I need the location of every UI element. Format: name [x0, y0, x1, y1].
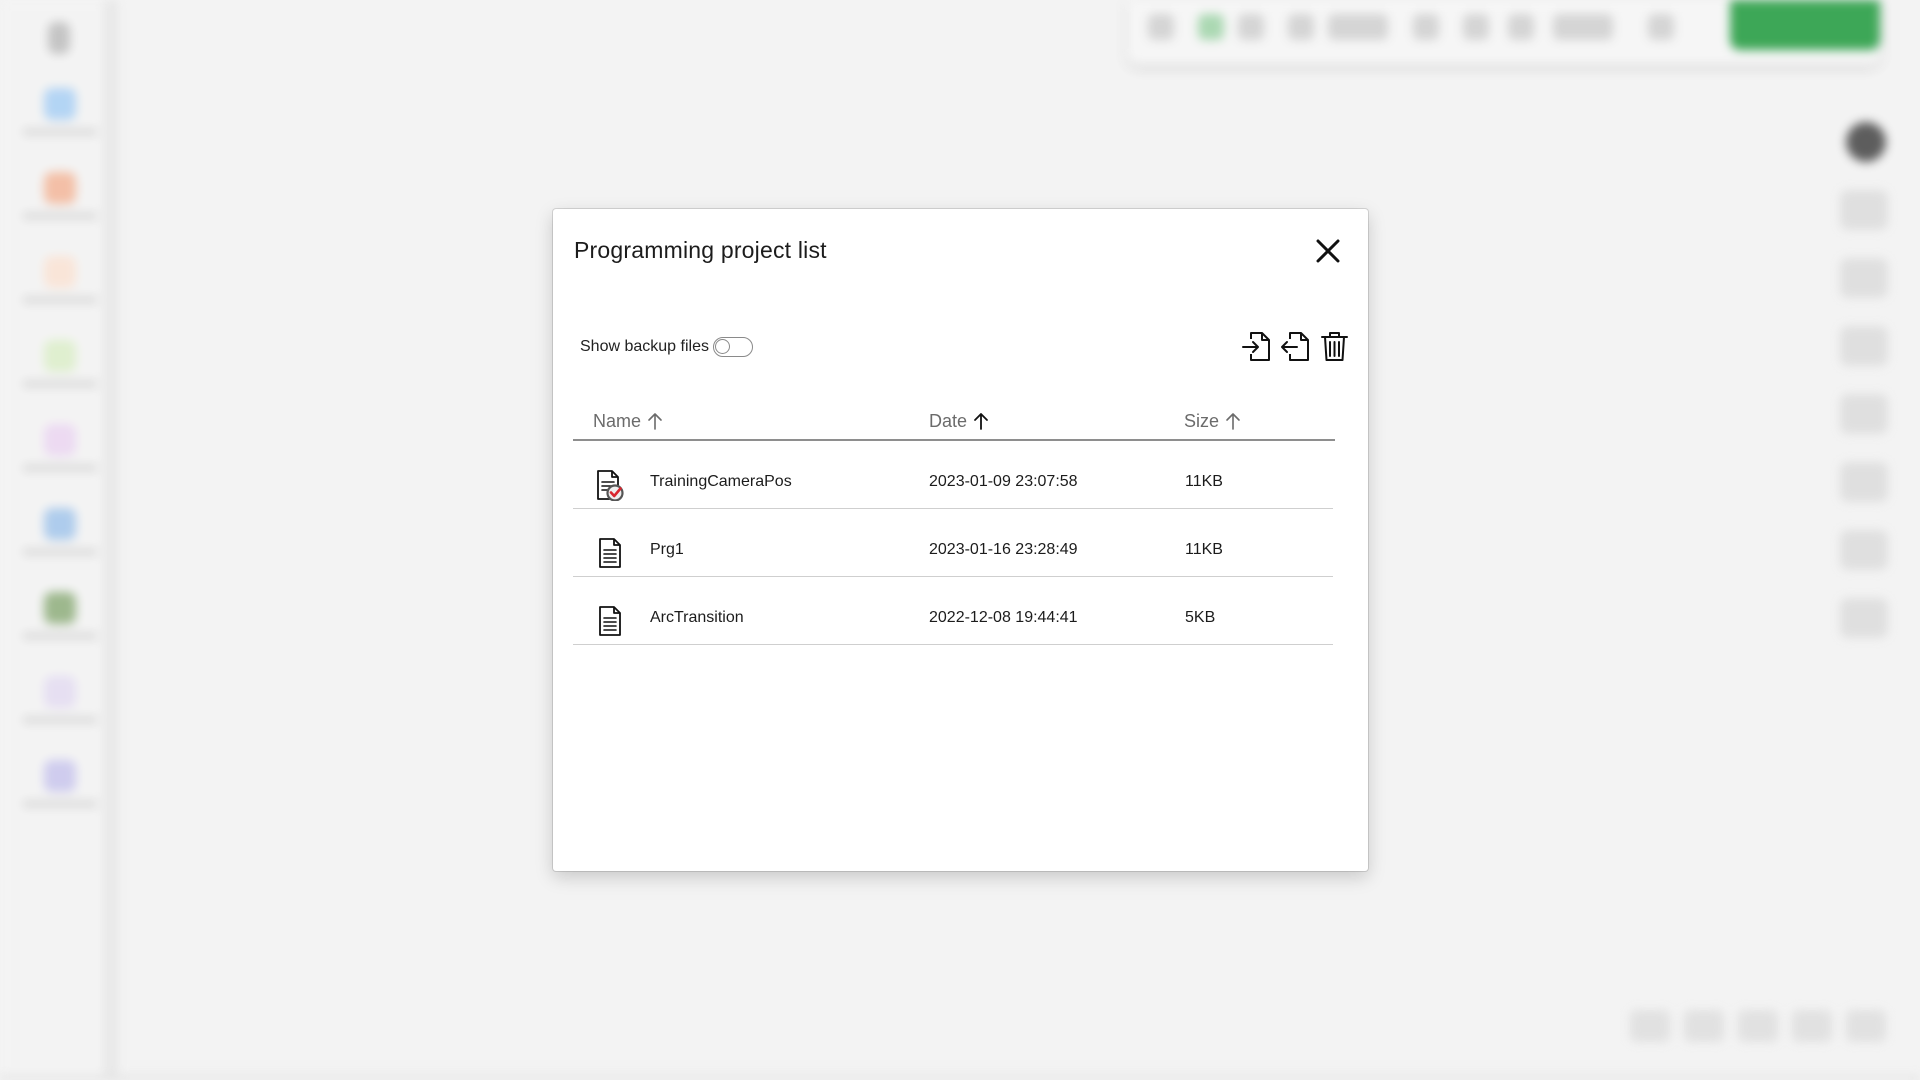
row-date: 2023-01-09 23:07:58 [929, 473, 1078, 490]
row-size: 11KB [1185, 541, 1223, 558]
column-header-name[interactable]: Name [593, 403, 663, 439]
background-bottom-button [1630, 1010, 1670, 1042]
column-header-date-label: Date [929, 410, 968, 431]
background-tool [1148, 14, 1174, 40]
background-sidebar-label [22, 296, 98, 304]
background-sidebar-icon [44, 592, 76, 624]
show-backup-label: Show backup files [580, 338, 709, 355]
show-backup-row: Show backup files [580, 335, 753, 359]
background-sidebar-label [22, 800, 98, 808]
background-sidebar-icon [44, 88, 76, 120]
file-actions [1241, 330, 1350, 363]
background-sidebar-label [22, 212, 98, 220]
toggle-knob [714, 339, 730, 354]
column-header-name-label: Name [593, 410, 642, 431]
table-row[interactable]: ArcTransition 2022-12-08 19:44:41 5KB [573, 577, 1333, 645]
row-date: 2023-01-16 23:28:49 [929, 541, 1078, 558]
background-sidebar-icon [44, 760, 76, 792]
background-sidebar-label [22, 716, 98, 724]
background-sidebar-icon [44, 172, 76, 204]
project-table: Name Date Size TrainingCameraPos 2023-01… [573, 403, 1335, 645]
row-name: Prg1 [650, 541, 684, 558]
background-tool [1508, 14, 1534, 40]
background-tool [1553, 14, 1613, 40]
background-side-button [1840, 190, 1888, 230]
background-bottom-button [1846, 1010, 1886, 1042]
arrow-up-icon [648, 413, 662, 430]
arrow-up-icon [974, 413, 988, 430]
document-icon [595, 537, 625, 569]
background-sidebar-label [22, 128, 98, 136]
close-button[interactable] [1313, 236, 1343, 266]
export-icon [1281, 332, 1309, 361]
background-bottom-button [1792, 1010, 1832, 1042]
project-list-dialog: Programming project list Show backup fil… [553, 209, 1368, 871]
background-tool [1288, 14, 1314, 40]
table-header: Name Date Size [573, 403, 1335, 441]
close-icon [1316, 239, 1340, 263]
row-name: ArcTransition [650, 609, 744, 626]
import-button[interactable] [1241, 330, 1272, 363]
background-tool [1238, 14, 1264, 40]
column-header-size-label: Size [1184, 410, 1220, 431]
column-header-date[interactable]: Date [929, 403, 989, 439]
import-icon [1242, 332, 1270, 361]
background-sidebar-icon [44, 340, 76, 372]
row-name: TrainingCameraPos [650, 473, 792, 490]
row-date: 2022-12-08 19:44:41 [929, 609, 1078, 626]
background-sidebar-label [22, 548, 98, 556]
export-button[interactable] [1280, 330, 1311, 363]
background-record-button [1846, 122, 1886, 162]
background-sidebar-label [22, 464, 98, 472]
document-check-icon [595, 469, 625, 502]
background-run-button [1730, 0, 1880, 50]
column-header-size[interactable]: Size [1184, 403, 1241, 439]
trash-icon [1321, 332, 1348, 361]
row-size: 5KB [1185, 609, 1216, 626]
background-sidebar [0, 0, 118, 1080]
background-sidebar-icon [44, 676, 76, 708]
dialog-title: Programming project list [574, 237, 827, 263]
background-toolbar [1128, 0, 1880, 64]
show-backup-toggle[interactable] [712, 337, 753, 357]
background-sidebar-icon [44, 256, 76, 288]
background-tool [1463, 14, 1489, 40]
background-menu-icon [48, 22, 70, 54]
background-side-button [1840, 258, 1888, 298]
background-tool [1198, 14, 1224, 40]
background-side-button [1840, 462, 1888, 502]
background-sidebar-icon [44, 508, 76, 540]
delete-button[interactable] [1319, 330, 1350, 363]
background-side-button [1840, 326, 1888, 366]
background-sidebar-label [22, 380, 98, 388]
table-row[interactable]: TrainingCameraPos 2023-01-09 23:07:58 11… [573, 441, 1333, 509]
arrow-up-icon [1226, 413, 1240, 430]
background-tool [1648, 14, 1674, 40]
background-side-button [1840, 530, 1888, 570]
background-sidebar-icon [44, 424, 76, 456]
background-side-button [1840, 394, 1888, 434]
background-tool [1413, 14, 1439, 40]
background-tool [1328, 14, 1388, 40]
background-bottom-button [1738, 1010, 1778, 1042]
background-side-button [1840, 598, 1888, 638]
background-sidebar-label [22, 632, 98, 640]
background-status-strip [0, 1076, 1920, 1080]
document-icon [595, 605, 625, 637]
table-row[interactable]: Prg1 2023-01-16 23:28:49 11KB [573, 509, 1333, 577]
background-bottom-button [1684, 1010, 1724, 1042]
row-size: 11KB [1185, 473, 1223, 490]
